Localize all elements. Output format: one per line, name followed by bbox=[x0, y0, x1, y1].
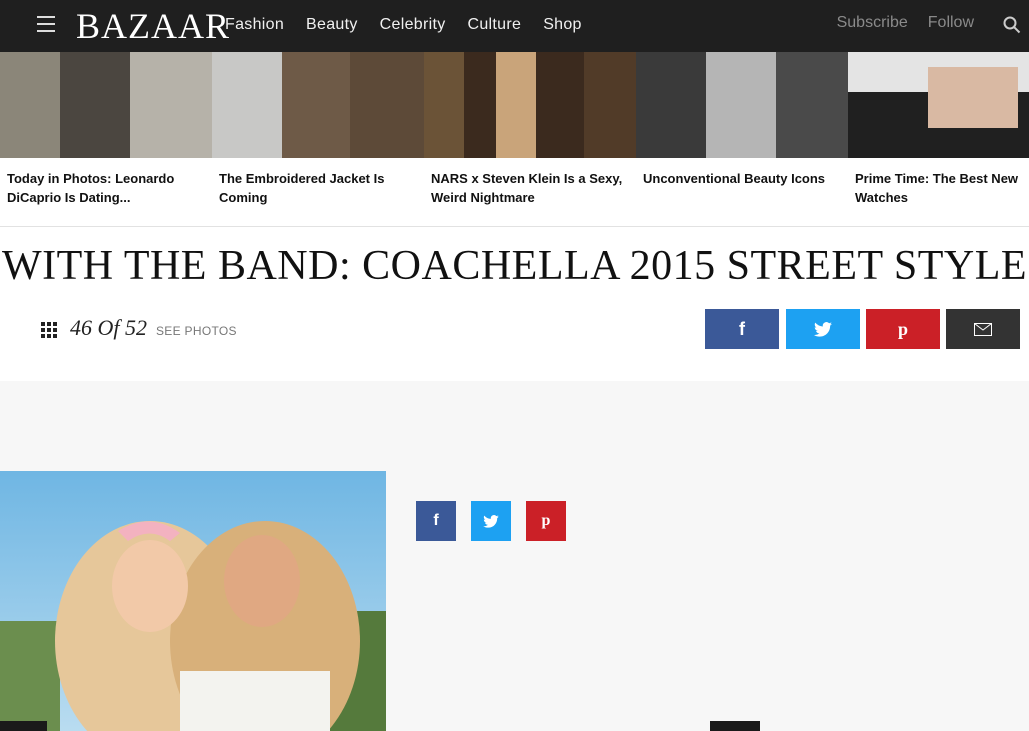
story-card[interactable]: Prime Time: The Best New Watches bbox=[848, 52, 1029, 226]
subscribe-link[interactable]: Subscribe bbox=[837, 14, 908, 32]
follow-link[interactable]: Follow bbox=[928, 14, 974, 32]
story-caption[interactable]: NARS x Steven Klein Is a Sexy, Weird Nig… bbox=[431, 169, 629, 207]
top-nav-bar: BAZAAR Fashion Beauty Celebrity Culture … bbox=[0, 0, 1029, 52]
nav-celebrity[interactable]: Celebrity bbox=[380, 16, 446, 34]
twitter-icon bbox=[483, 514, 499, 528]
twitter-icon bbox=[814, 321, 832, 337]
header-actions: Subscribe Follow bbox=[837, 14, 974, 32]
story-card[interactable]: Unconventional Beauty Icons bbox=[636, 52, 848, 226]
nav-fashion[interactable]: Fashion bbox=[225, 16, 284, 34]
site-logo[interactable]: BAZAAR bbox=[76, 6, 230, 46]
story-caption[interactable]: Prime Time: The Best New Watches bbox=[855, 169, 1029, 207]
story-caption[interactable]: Unconventional Beauty Icons bbox=[643, 169, 841, 188]
next-photo-button[interactable] bbox=[710, 721, 760, 731]
grid-view-icon[interactable] bbox=[41, 322, 57, 338]
photo-counter: 46 Of 52 bbox=[70, 315, 147, 340]
story-thumbnail[interactable] bbox=[212, 52, 424, 158]
previous-photo-button[interactable] bbox=[0, 721, 47, 731]
story-thumbnail[interactable] bbox=[424, 52, 636, 158]
story-card[interactable]: The Embroidered Jacket Is Coming bbox=[212, 52, 424, 226]
story-caption[interactable]: Today in Photos: Leonardo DiCaprio Is Da… bbox=[7, 169, 205, 207]
search-icon[interactable] bbox=[1003, 16, 1021, 34]
gallery-title: WITH THE BAND: COACHELLA 2015 STREET STY… bbox=[1, 243, 1028, 289]
gallery-photo[interactable] bbox=[0, 471, 386, 731]
photo-twitter-button[interactable] bbox=[471, 501, 511, 541]
story-thumbnail[interactable] bbox=[848, 52, 1029, 158]
photo-image bbox=[0, 471, 386, 731]
story-card[interactable]: Today in Photos: Leonardo DiCaprio Is Da… bbox=[0, 52, 212, 226]
story-card[interactable]: NARS x Steven Klein Is a Sexy, Weird Nig… bbox=[424, 52, 636, 226]
pinterest-icon: p bbox=[897, 318, 908, 339]
see-photos-link[interactable]: SEE PHOTOS bbox=[156, 324, 237, 338]
photo-pinterest-button[interactable]: p bbox=[526, 501, 566, 541]
twitter-share-button[interactable] bbox=[786, 309, 860, 349]
story-thumbnail[interactable] bbox=[0, 52, 212, 158]
nav-culture[interactable]: Culture bbox=[468, 16, 522, 34]
pinterest-icon: p bbox=[541, 512, 551, 529]
pinterest-share-button[interactable]: p bbox=[866, 309, 940, 349]
nav-shop[interactable]: Shop bbox=[543, 16, 582, 34]
facebook-icon: f bbox=[739, 318, 745, 339]
facebook-share-button[interactable]: f bbox=[705, 309, 779, 349]
facebook-icon: f bbox=[433, 512, 439, 529]
menu-icon[interactable] bbox=[37, 16, 55, 32]
nav-beauty[interactable]: Beauty bbox=[306, 16, 358, 34]
email-share-button[interactable] bbox=[946, 309, 1020, 349]
email-icon bbox=[974, 322, 992, 336]
story-thumbnail[interactable] bbox=[636, 52, 848, 158]
main-nav: Fashion Beauty Celebrity Culture Shop bbox=[225, 16, 582, 34]
story-caption[interactable]: The Embroidered Jacket Is Coming bbox=[219, 169, 417, 207]
related-stories-strip: Today in Photos: Leonardo DiCaprio Is Da… bbox=[0, 52, 1029, 227]
photo-facebook-button[interactable]: f bbox=[416, 501, 456, 541]
